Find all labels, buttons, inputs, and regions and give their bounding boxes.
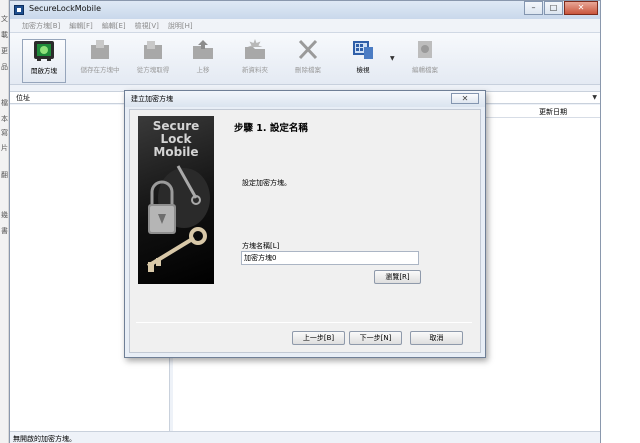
folder-up-button[interactable]: 上移: [181, 39, 225, 83]
desktop-edge-char: 寫: [1, 129, 8, 137]
desktop-edge-char: 書: [1, 227, 8, 235]
retrieve-file-button[interactable]: 從方塊取得: [131, 39, 175, 83]
desktop-edge-char: 片: [1, 144, 8, 152]
dialog-title: 建立加密方塊: [131, 95, 173, 103]
window-controls: – □ ✕: [523, 1, 598, 15]
store-file-icon: [91, 40, 109, 59]
desktop-edge-char: 文: [1, 15, 8, 23]
padlock-and-key-icon: [146, 165, 210, 272]
menu-vault[interactable]: 加密方塊[B]: [22, 19, 60, 32]
view-label: 檢視: [356, 66, 370, 74]
address-label: 位址: [16, 94, 30, 102]
cancel-button[interactable]: 取消: [410, 331, 463, 345]
toolbar: 開啟方塊 儲存在方塊中 從方塊取得 上移 新資料夾 刪除檔案 檢視 ▼ 編輯檔案: [10, 33, 600, 85]
desktop-edge-char: 檔: [1, 99, 8, 107]
delete-icon: [298, 39, 318, 60]
desktop-edge-char: 幾: [1, 211, 8, 219]
maximize-button[interactable]: □: [544, 1, 563, 15]
splash-image: Secure Lock Mobile: [138, 116, 214, 284]
menu-edit[interactable]: 編輯[E]: [102, 19, 126, 32]
folder-up-icon: [193, 40, 213, 59]
view-icon: [353, 41, 373, 59]
menu-view[interactable]: 檢視[V]: [135, 19, 159, 32]
edit-file-label: 編輯檔案: [412, 66, 438, 74]
open-vault-button[interactable]: 開啟方塊: [22, 39, 66, 83]
minimize-button[interactable]: –: [524, 1, 543, 15]
address-dropdown-icon[interactable]: ▼: [592, 94, 597, 101]
folder-up-label: 上移: [196, 66, 210, 74]
desktop-edge-char: 載: [1, 31, 8, 39]
step-description: 設定加密方塊。: [242, 179, 291, 187]
status-bar: 無開啟的加密方塊。: [10, 431, 600, 443]
splash-logo-text: Secure Lock Mobile: [138, 120, 214, 159]
open-vault-label: 開啟方塊: [31, 67, 57, 75]
status-text: 無開啟的加密方塊。: [13, 435, 76, 443]
close-button[interactable]: ✕: [564, 1, 598, 15]
retrieve-file-label: 從方塊取得: [136, 66, 170, 74]
new-folder-label: 新資料夾: [242, 66, 268, 74]
menu-file[interactable]: 編輯[F]: [69, 19, 93, 32]
browse-button[interactable]: 瀏覽[R]: [374, 270, 421, 284]
dialog-title-bar[interactable]: 建立加密方塊 ✕: [125, 91, 485, 107]
edit-file-button[interactable]: 編輯檔案: [403, 39, 447, 83]
column-modified-date[interactable]: 更新日期: [539, 107, 567, 117]
dialog-close-button[interactable]: ✕: [451, 93, 479, 104]
new-folder-button[interactable]: 新資料夾: [233, 39, 277, 83]
delete-file-label: 刪除檔案: [295, 66, 321, 74]
delete-file-button[interactable]: 刪除檔案: [286, 39, 330, 83]
menu-bar: 加密方塊[B] 編輯[F] 編輯[E] 檢視[V] 說明[H]: [10, 19, 600, 33]
title-bar[interactable]: SecureLockMobile – □ ✕: [10, 1, 600, 19]
step-title: 步驟 1. 設定名稱: [234, 123, 308, 134]
retrieve-file-icon: [144, 41, 162, 59]
desktop-edge-char: 更: [1, 47, 8, 55]
edit-file-icon: [418, 41, 432, 58]
window-title: SecureLockMobile: [29, 4, 101, 13]
view-button[interactable]: 檢視: [341, 39, 385, 83]
view-dropdown-arrow-icon[interactable]: ▼: [390, 55, 395, 62]
dialog-separator: [136, 322, 472, 323]
open-vault-icon: [34, 41, 54, 61]
desktop-edge-char: 翻: [1, 171, 8, 179]
next-button[interactable]: 下一步[N]: [349, 331, 402, 345]
vault-name-input[interactable]: [241, 251, 419, 265]
create-vault-dialog: 建立加密方塊 ✕ Secure Lock Mobile 步驟 1. 設定名稱 設…: [124, 90, 486, 358]
desktop-edge-char: 本: [1, 115, 8, 123]
store-file-button[interactable]: 儲存在方塊中: [78, 39, 122, 83]
dialog-body: Secure Lock Mobile 步驟 1. 設定名稱 設定加密方塊。 方塊…: [129, 109, 481, 353]
store-file-label: 儲存在方塊中: [80, 66, 120, 74]
desktop-edge: 文 載 更 品 檔 本 寫 片 翻 幾 書: [0, 0, 9, 443]
new-folder-icon: [245, 39, 265, 59]
desktop-edge-char: 品: [1, 63, 8, 71]
back-button[interactable]: 上一步[B]: [292, 331, 345, 345]
vault-name-label: 方塊名稱[L]: [242, 242, 280, 250]
menu-help[interactable]: 說明[H]: [168, 19, 193, 32]
app-logo-icon: [14, 5, 24, 15]
